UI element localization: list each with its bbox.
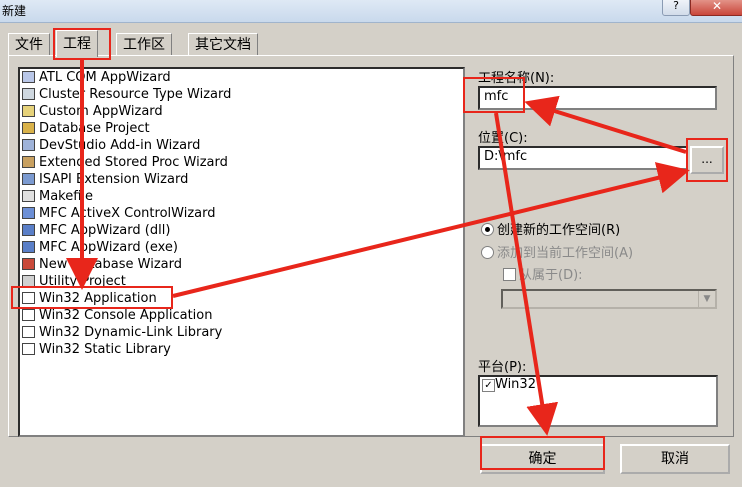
list-item[interactable]: ATL COM AppWizard	[22, 69, 171, 86]
project-type-list[interactable]: ATL COM AppWizard Cluster Resource Type …	[18, 67, 465, 437]
platform-label: 平台(P):	[478, 360, 527, 375]
window-title: 新建	[2, 4, 27, 18]
project-name-label: 工程名称(N):	[478, 71, 555, 86]
static-lib-icon	[22, 343, 35, 355]
platform-item-label: Win32	[495, 377, 536, 392]
utility-icon	[22, 275, 35, 287]
list-item[interactable]: Win32 Application	[22, 290, 157, 307]
cancel-button[interactable]: 取消	[620, 444, 730, 474]
dependency-label: 从属于(D):	[519, 268, 583, 283]
dependency-select[interactable]: ▼	[501, 289, 717, 309]
list-item[interactable]: Custom AppWizard	[22, 103, 163, 120]
list-item[interactable]: ISAPI Extension Wizard	[22, 171, 188, 188]
mfc-dll-icon	[22, 224, 35, 236]
add-to-workspace-radio[interactable]	[481, 246, 494, 259]
checkmark-icon[interactable]: ✓	[482, 379, 495, 392]
tab-workspaces[interactable]: 工作区	[116, 33, 172, 56]
list-item[interactable]: Win32 Dynamic-Link Library	[22, 324, 222, 341]
create-new-workspace-radio[interactable]	[481, 223, 494, 236]
chevron-down-icon: ▼	[698, 291, 715, 307]
list-item[interactable]: Database Project	[22, 120, 150, 137]
cluster-wizard-icon	[22, 88, 35, 100]
custom-wizard-icon	[22, 105, 35, 117]
mfc-exe-icon	[22, 241, 35, 253]
database-icon	[22, 122, 35, 134]
list-item[interactable]: MFC AppWizard (dll)	[22, 222, 170, 239]
tab-other-documents[interactable]: 其它文档	[188, 33, 258, 56]
list-item[interactable]: Win32 Static Library	[22, 341, 171, 358]
create-new-workspace-label: 创建新的工作空间(R)	[497, 223, 621, 238]
list-item[interactable]: Makefile	[22, 188, 93, 205]
browse-button[interactable]: ...	[690, 146, 724, 174]
platform-list[interactable]: ✓ Win32	[478, 375, 718, 427]
console-app-icon	[22, 309, 35, 321]
list-item[interactable]: DevStudio Add-in Wizard	[22, 137, 200, 154]
tab-bar: 文件 工程 工作区 其它文档	[8, 30, 308, 57]
title-bar: 新建 ? ✕	[0, 0, 742, 23]
add-to-workspace-label: 添加到当前工作空间(A)	[497, 246, 634, 261]
tab-projects[interactable]: 工程	[56, 30, 98, 57]
addin-wizard-icon	[22, 139, 35, 151]
location-label: 位置(C):	[478, 131, 528, 146]
win32-app-icon	[22, 292, 35, 304]
project-name-input[interactable]: mfc	[478, 86, 717, 110]
new-database-icon	[22, 258, 35, 270]
dependency-checkbox[interactable]	[503, 268, 516, 281]
location-input[interactable]: D:\mfc	[478, 146, 688, 170]
stored-proc-icon	[22, 156, 35, 168]
list-item[interactable]: MFC ActiveX ControlWizard	[22, 205, 215, 222]
list-item[interactable]: Extended Stored Proc Wizard	[22, 154, 228, 171]
ok-button[interactable]: 确定	[480, 444, 605, 474]
close-button[interactable]: ✕	[690, 0, 742, 16]
list-item[interactable]: Utility Project	[22, 273, 126, 290]
help-button[interactable]: ?	[662, 0, 690, 16]
list-item[interactable]: Win32 Console Application	[22, 307, 212, 324]
activex-icon	[22, 207, 35, 219]
list-item[interactable]: New Database Wizard	[22, 256, 182, 273]
dll-icon	[22, 326, 35, 338]
makefile-icon	[22, 190, 35, 202]
atl-wizard-icon	[22, 71, 35, 83]
tab-files[interactable]: 文件	[8, 33, 50, 56]
list-item[interactable]: Cluster Resource Type Wizard	[22, 86, 231, 103]
isapi-icon	[22, 173, 35, 185]
list-item[interactable]: MFC AppWizard (exe)	[22, 239, 178, 256]
